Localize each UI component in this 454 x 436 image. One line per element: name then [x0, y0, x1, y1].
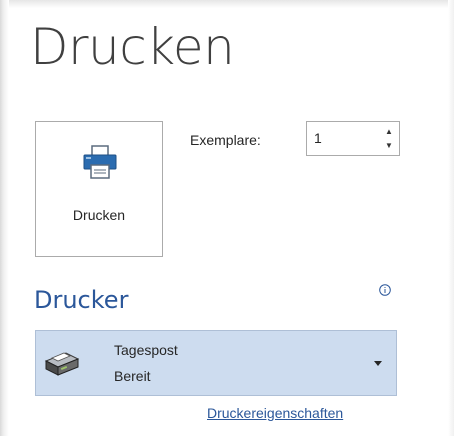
printer-name: Tagespost	[114, 342, 178, 358]
printer-device-icon	[44, 352, 80, 376]
printer-icon	[83, 145, 117, 179]
printer-section-title: Drucker	[34, 286, 129, 314]
spin-down-icon[interactable]: ▼	[382, 139, 396, 153]
spin-up-icon[interactable]: ▲	[382, 125, 396, 139]
left-edge-shadow	[0, 0, 9, 436]
copies-value[interactable]: 1	[314, 130, 322, 146]
print-button-label: Drucken	[72, 207, 126, 223]
copies-stepper[interactable]: 1 ▲ ▼	[306, 121, 400, 156]
copies-label: Exemplare:	[190, 132, 261, 148]
print-backstage-panel: Drucken Drucken Exemplare: 1 ▲ ▼ Drucker	[0, 0, 454, 436]
top-edge-shadow	[0, 0, 454, 8]
printer-dropdown[interactable]: Tagespost Bereit	[35, 330, 397, 396]
page-title: Drucken	[30, 18, 235, 76]
info-icon[interactable]	[379, 284, 391, 296]
right-edge-shadow	[448, 0, 454, 436]
chevron-down-icon	[374, 361, 382, 366]
printer-status: Bereit	[114, 368, 151, 384]
print-button[interactable]: Drucken	[35, 121, 163, 257]
printer-properties-link[interactable]: Druckereigenschaften	[207, 405, 343, 421]
